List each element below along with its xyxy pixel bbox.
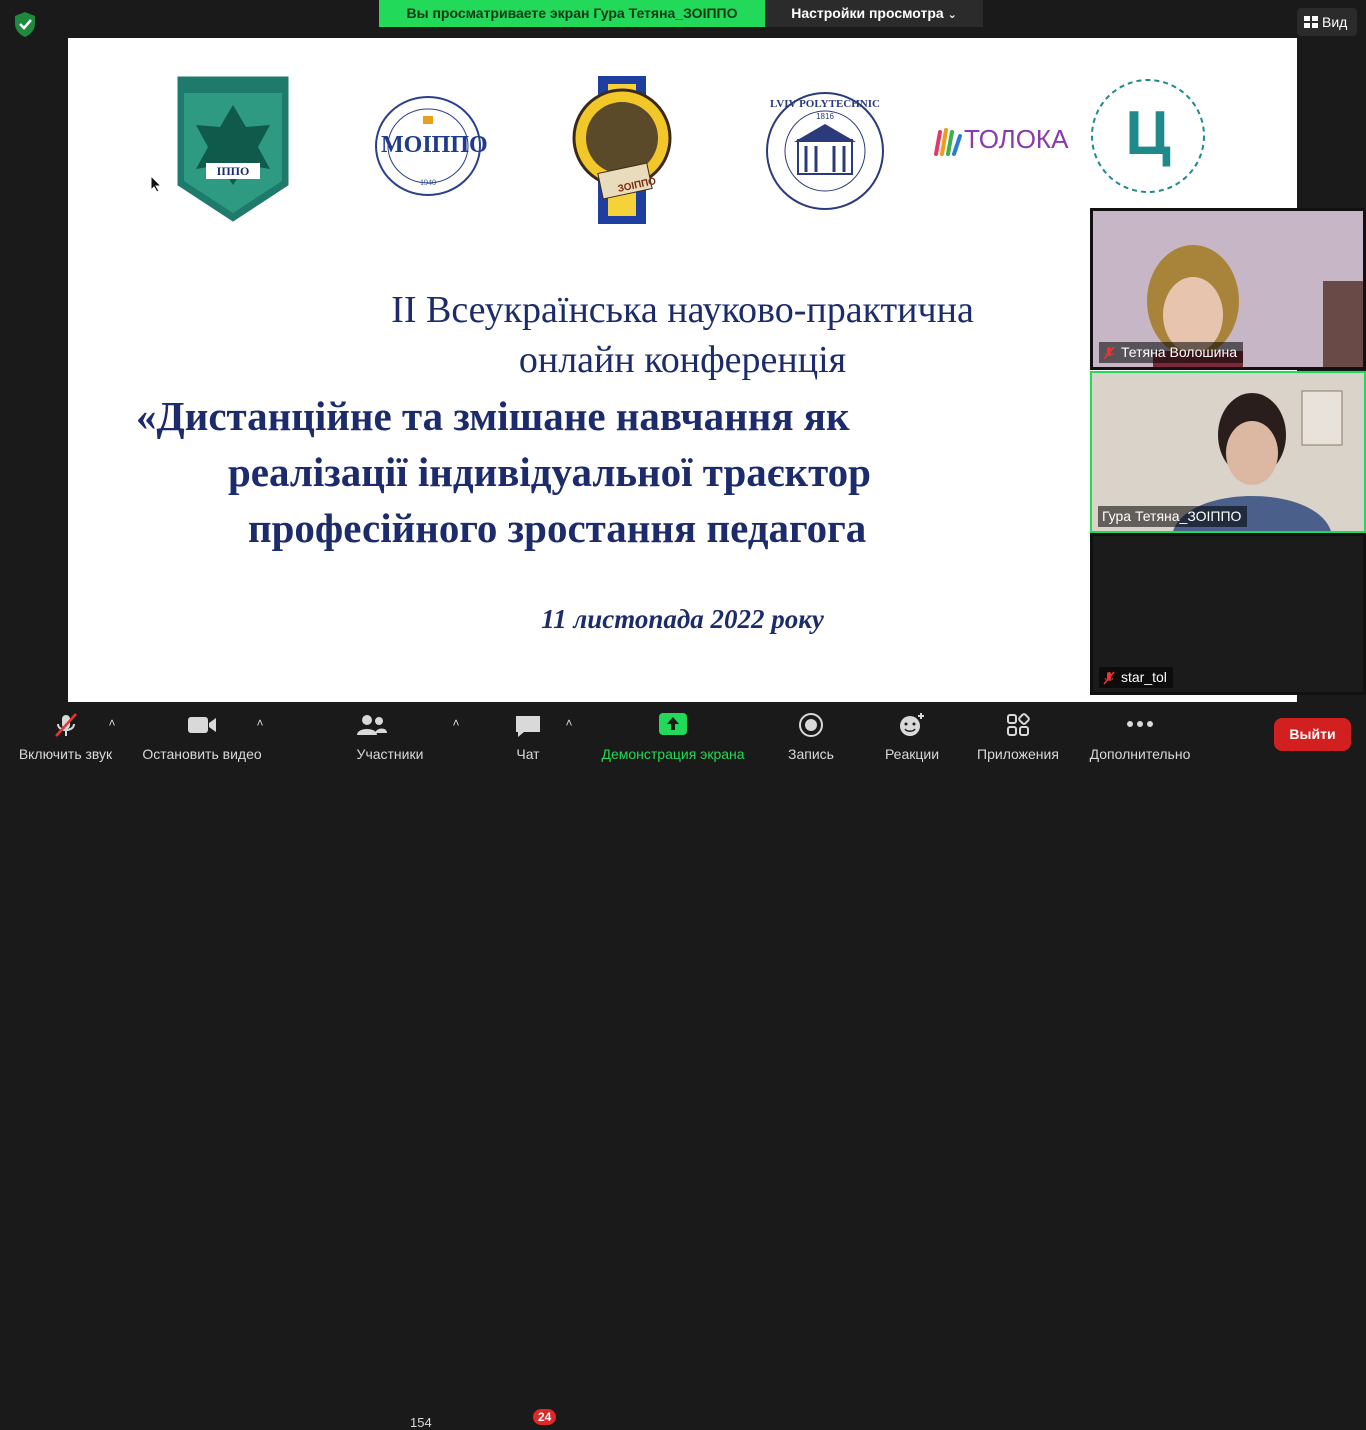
toloka-logo: ТОЛОКА <box>930 120 1068 166</box>
smiley-plus-icon <box>900 713 924 736</box>
participant-name-tag: star_tol <box>1099 667 1173 688</box>
kyiv-logo-text: ІППО <box>216 164 250 178</box>
lviv-polytechnic-logo: LVIV POLYTECHNIC 1816 <box>760 90 890 212</box>
reactions-label: Реакции <box>884 746 940 762</box>
mic-muted-icon <box>1103 346 1115 360</box>
screen-share-banner: Вы просматриваете экран Гура Тетяна_ЗОІП… <box>379 0 765 27</box>
security-shield-icon[interactable] <box>12 10 38 38</box>
unmute-label: Включить звук <box>18 746 113 762</box>
share-screen-button[interactable]: Демонстрация экрана <box>590 702 756 768</box>
centre-logo-letter: Ц <box>1125 99 1171 168</box>
view-settings-dropdown[interactable]: Настройки просмотра ⌄ <box>765 0 983 27</box>
reactions-button[interactable]: Реакции <box>876 702 948 768</box>
share-screen-icon <box>659 713 687 735</box>
top-bar: Вы просматриваете экран Гура Тетяна_ЗОІП… <box>0 0 1366 38</box>
video-options-caret-icon[interactable]: ˄ <box>254 716 266 730</box>
participants-button[interactable]: Участники <box>346 702 434 768</box>
participants-icon <box>357 715 388 735</box>
zoippo-logo: ЗОІППО <box>570 76 674 224</box>
moippo-logo-text: МОІППО <box>381 132 488 158</box>
slide-title-line-4: реалізації індивідуальної траєктор <box>228 449 871 495</box>
chat-bubble-icon <box>516 716 540 737</box>
apps-icon <box>1007 713 1030 736</box>
mic-muted-icon <box>1103 671 1115 685</box>
participant-video-3[interactable]: star_tol <box>1090 533 1366 695</box>
slide-title-line-3: «Дистанційне та змішане навчання як <box>136 393 850 439</box>
chat-options-caret-icon[interactable]: ˄ <box>563 716 575 730</box>
educational-initiatives-centre-logo: Ц <box>1088 76 1208 196</box>
moippo-logo: МОІППО 1940 <box>373 94 488 198</box>
record-icon <box>799 713 823 737</box>
participant-name: Тетяна Волошина <box>1121 344 1237 360</box>
unmute-button[interactable]: Включить звук <box>8 702 123 768</box>
view-button[interactable]: Вид <box>1297 8 1357 36</box>
participants-count: 154 <box>410 1415 432 1430</box>
stop-video-label: Остановить видео <box>142 746 262 762</box>
mouse-cursor-icon <box>150 174 163 198</box>
chat-unread-badge: 24 <box>533 1409 557 1425</box>
participants-label: Участники <box>356 746 424 762</box>
more-label: Дополнительно <box>1089 746 1191 762</box>
audio-options-caret-icon[interactable]: ˄ <box>106 716 118 730</box>
participant-name-tag: Гура Тетяна_ЗОІППО <box>1098 506 1248 527</box>
participant-name: Гура Тетяна_ЗОІППО <box>1102 508 1242 524</box>
grid-icon <box>1304 16 1318 28</box>
meeting-toolbar: Включить звук ˄ Остановить видео ˄ Участ… <box>0 702 1366 1430</box>
apps-label: Приложения <box>977 746 1059 762</box>
more-dots-icon <box>1127 721 1153 727</box>
toloka-logo-text: ТОЛОКА <box>964 124 1069 154</box>
view-settings-label: Настройки просмотра <box>791 5 944 21</box>
share-screen-label: Демонстрация экрана <box>601 746 745 762</box>
moippo-logo-year: 1940 <box>420 178 436 187</box>
participant-name: star_tol <box>1121 669 1167 685</box>
participants-options-caret-icon[interactable]: ˄ <box>450 716 462 730</box>
record-button[interactable]: Запись <box>778 702 844 768</box>
participant-name-tag: Тетяна Волошина <box>1099 342 1243 363</box>
kyiv-university-logo: ІППО <box>176 75 290 223</box>
view-button-label: Вид <box>1322 14 1348 30</box>
chat-button[interactable]: Чат <box>500 702 556 768</box>
chat-label: Чат <box>516 746 540 762</box>
video-camera-icon <box>188 717 216 733</box>
lviv-logo-text: LVIV POLYTECHNIC <box>770 98 880 110</box>
more-button[interactable]: Дополнительно <box>1080 702 1200 768</box>
participant-video-1[interactable]: Тетяна Волошина <box>1090 208 1366 370</box>
record-label: Запись <box>788 746 834 762</box>
mic-muted-icon <box>54 713 77 737</box>
participant-video-2[interactable]: Гура Тетяна_ЗОІППО <box>1090 371 1366 533</box>
lviv-logo-year: 1816 <box>816 112 834 121</box>
stop-video-button[interactable]: Остановить видео <box>136 702 268 768</box>
leave-meeting-button[interactable]: Выйти <box>1274 718 1351 751</box>
chevron-down-icon: ⌄ <box>947 9 957 21</box>
apps-button[interactable]: Приложения <box>966 702 1070 768</box>
